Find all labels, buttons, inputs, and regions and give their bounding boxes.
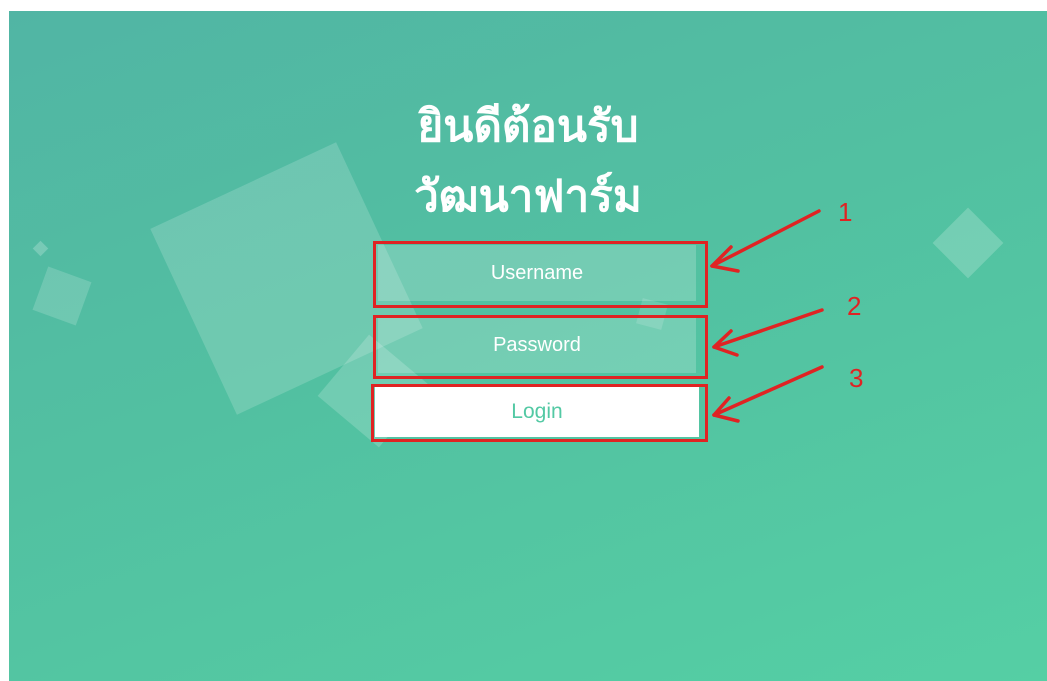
arrow-1 bbox=[710, 209, 821, 268]
annotation-number-3: 3 bbox=[849, 363, 864, 393]
annotation-arrows bbox=[710, 209, 824, 423]
annotation-number-1: 1 bbox=[838, 197, 853, 227]
arrow-3 bbox=[712, 365, 824, 417]
arrow-2 bbox=[712, 308, 824, 349]
login-page: ยินดีต้อนรับ วัฒนาฟาร์ม Username Passwor… bbox=[9, 11, 1047, 681]
annotation-number-2: 2 bbox=[847, 291, 862, 321]
